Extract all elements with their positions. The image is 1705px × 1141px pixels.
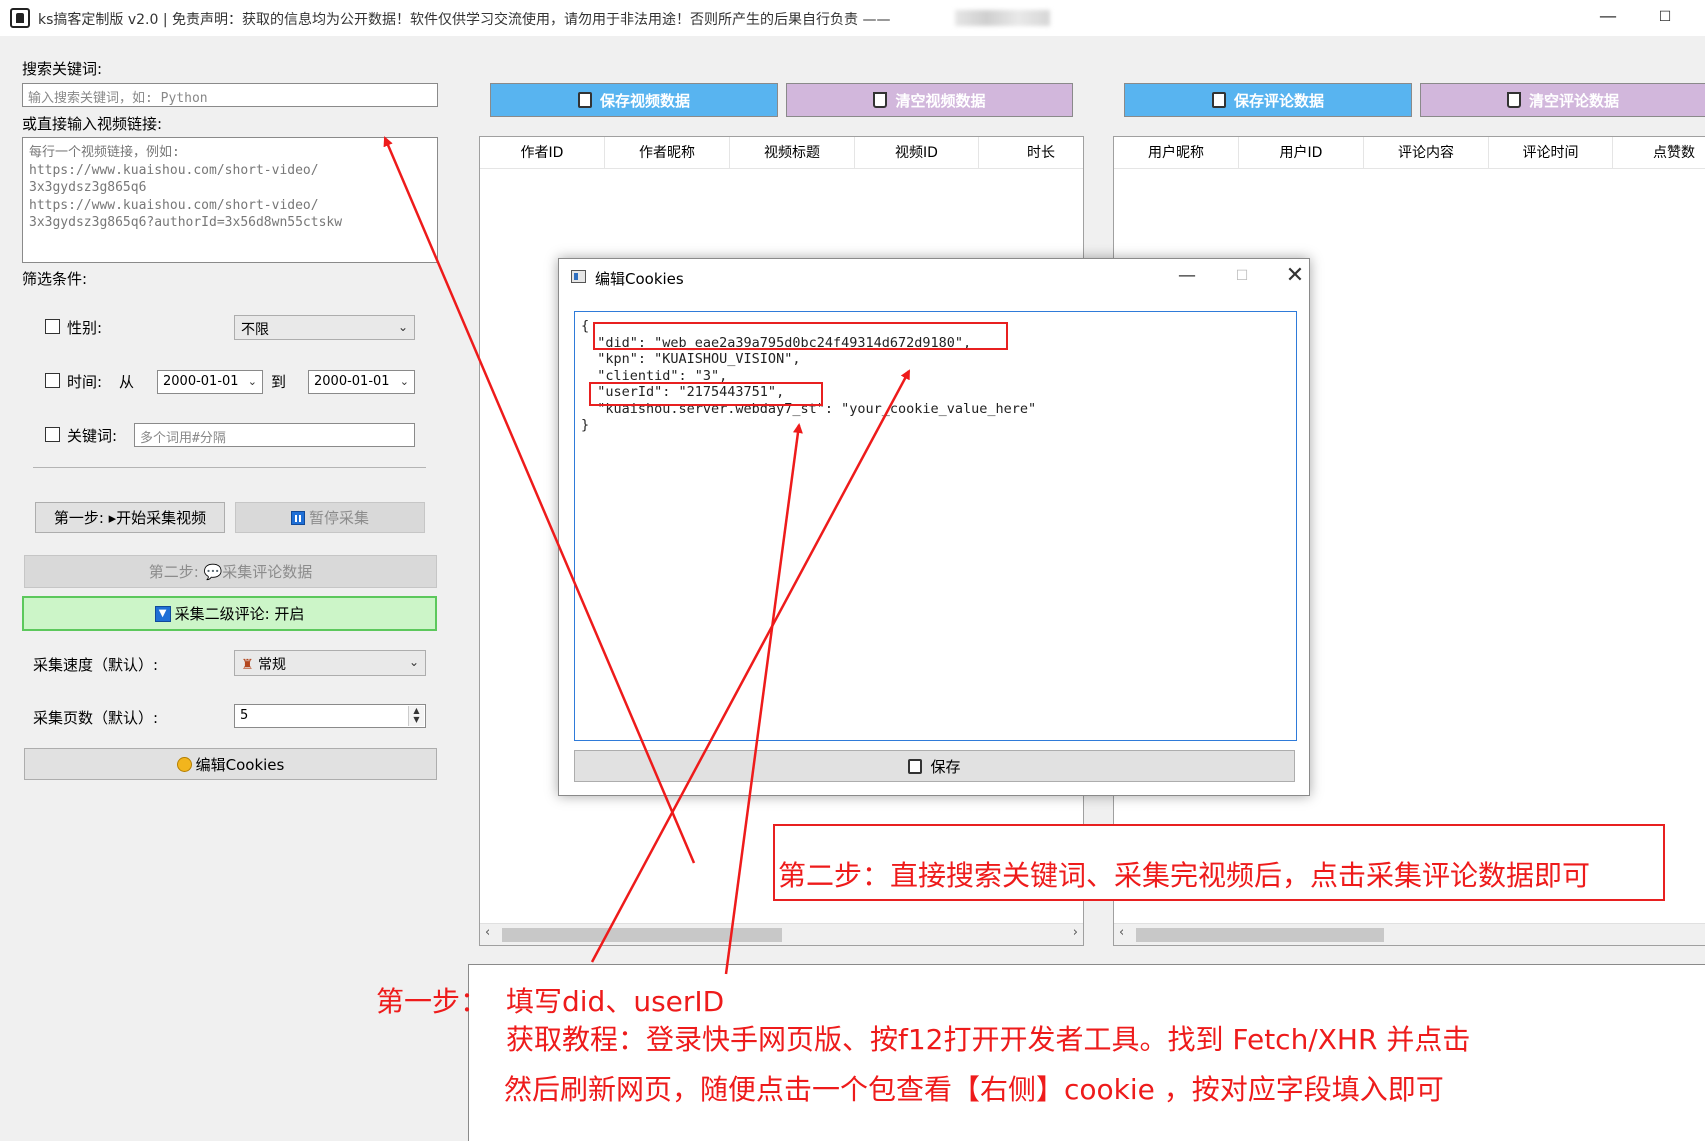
annotation-arrows bbox=[383, 136, 911, 975]
arrow-to-did-field bbox=[590, 369, 911, 963]
arrow-to-userid-field bbox=[724, 423, 803, 975]
arrow-to-search-input bbox=[383, 136, 696, 864]
